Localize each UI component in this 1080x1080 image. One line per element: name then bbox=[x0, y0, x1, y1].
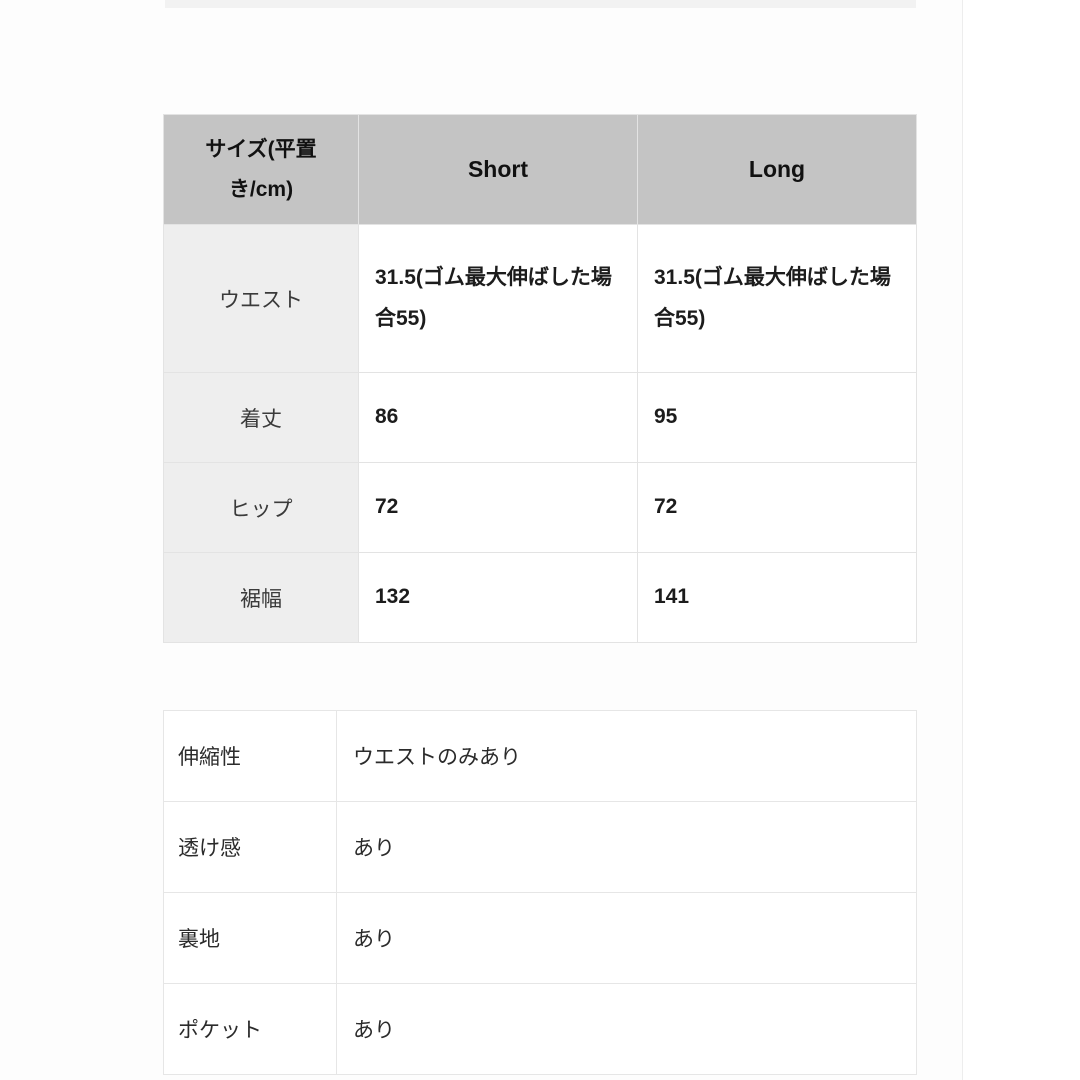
table-row: ポケット あり bbox=[163, 983, 917, 1075]
cell-pocket-value: あり bbox=[336, 983, 917, 1075]
right-gutter bbox=[963, 0, 1080, 1080]
table-row: ウエスト 31.5(ゴム最大伸ばした場合55) 31.5(ゴム最大伸ばした場合5… bbox=[163, 224, 917, 373]
table-row: ヒップ 72 72 bbox=[163, 462, 917, 553]
cell-hip-short: 72 bbox=[358, 462, 638, 553]
row-label-hip: ヒップ bbox=[163, 462, 359, 553]
cell-stretch-value: ウエストのみあり bbox=[336, 710, 917, 802]
cell-hip-long: 72 bbox=[637, 462, 917, 553]
column-header-size: サイズ(平置き/cm) bbox=[163, 114, 359, 225]
content-column: サイズ(平置き/cm) Short Long ウエスト 31.5(ゴム最大伸ばし… bbox=[0, 0, 963, 1080]
spec-table-body: 伸縮性 ウエストのみあり 透け感 あり 裏地 あり ポケット あり bbox=[163, 710, 917, 1075]
size-table-head: サイズ(平置き/cm) Short Long bbox=[163, 114, 917, 225]
cell-hem-width-long: 141 bbox=[637, 552, 917, 643]
row-label-waist: ウエスト bbox=[163, 224, 359, 373]
row-label-sheerness: 透け感 bbox=[163, 801, 337, 893]
table-row: 透け感 あり bbox=[163, 801, 917, 893]
table-row: 着丈 86 95 bbox=[163, 372, 917, 463]
column-header-short: Short bbox=[358, 114, 638, 225]
material-spec-table: 伸縮性 ウエストのみあり 透け感 あり 裏地 あり ポケット あり bbox=[163, 710, 917, 1075]
row-label-lining: 裏地 bbox=[163, 892, 337, 984]
cell-waist-long: 31.5(ゴム最大伸ばした場合55) bbox=[637, 224, 917, 373]
row-label-hem-width: 裾幅 bbox=[163, 552, 359, 643]
row-label-pocket: ポケット bbox=[163, 983, 337, 1075]
cell-hem-width-short: 132 bbox=[358, 552, 638, 643]
size-measurement-table: サイズ(平置き/cm) Short Long ウエスト 31.5(ゴム最大伸ばし… bbox=[163, 114, 917, 643]
table-row: 伸縮性 ウエストのみあり bbox=[163, 710, 917, 802]
cell-sheerness-value: あり bbox=[336, 801, 917, 893]
page-root: サイズ(平置き/cm) Short Long ウエスト 31.5(ゴム最大伸ばし… bbox=[0, 0, 1080, 1080]
row-label-length: 着丈 bbox=[163, 372, 359, 463]
cell-waist-short: 31.5(ゴム最大伸ばした場合55) bbox=[358, 224, 638, 373]
top-panel-cutoff bbox=[165, 0, 916, 8]
column-header-long: Long bbox=[637, 114, 917, 225]
table-row: 裏地 あり bbox=[163, 892, 917, 984]
cell-length-long: 95 bbox=[637, 372, 917, 463]
row-label-stretch: 伸縮性 bbox=[163, 710, 337, 802]
cell-lining-value: あり bbox=[336, 892, 917, 984]
size-table-body: ウエスト 31.5(ゴム最大伸ばした場合55) 31.5(ゴム最大伸ばした場合5… bbox=[163, 224, 917, 643]
cell-length-short: 86 bbox=[358, 372, 638, 463]
table-row: 裾幅 132 141 bbox=[163, 552, 917, 643]
table-header-row: サイズ(平置き/cm) Short Long bbox=[163, 114, 917, 225]
